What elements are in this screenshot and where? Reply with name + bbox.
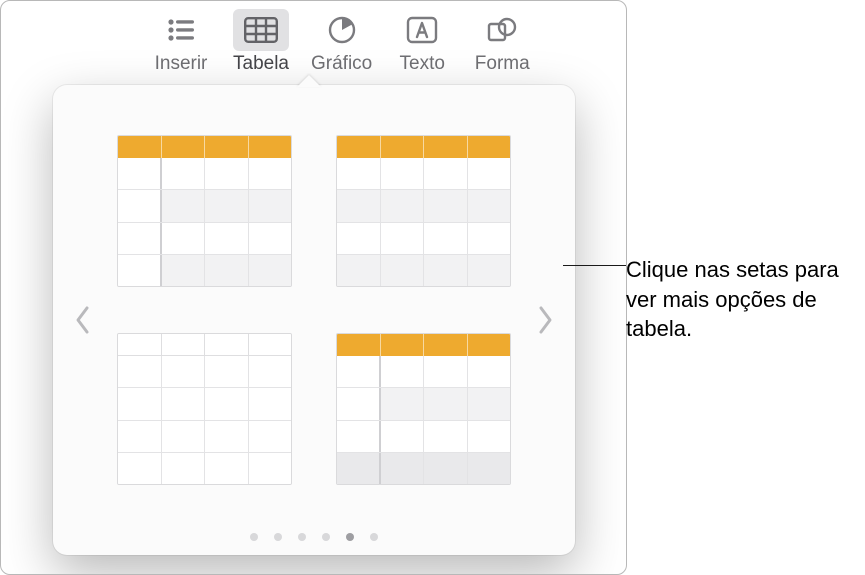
table-style-option[interactable] [117, 135, 292, 287]
callout-leader-line [563, 265, 626, 266]
page-dots [53, 533, 575, 541]
chevron-left-icon [74, 305, 92, 335]
page-dot[interactable] [274, 533, 282, 541]
toolbar-item-insert[interactable]: Inserir [141, 9, 221, 75]
toolbar-item-label: Gráfico [311, 53, 372, 75]
page-dot[interactable] [346, 533, 354, 541]
toolbar-item-label: Texto [400, 53, 445, 75]
prev-arrow[interactable] [61, 305, 105, 335]
app-window: Inserir Tabela Gráfico [0, 0, 627, 575]
table-style-option[interactable] [336, 135, 511, 287]
toolbar-item-label: Tabela [233, 53, 289, 75]
table-icon [233, 9, 289, 51]
table-styles-popover [53, 85, 575, 555]
list-bullet-icon [153, 9, 209, 51]
shapes-icon [474, 9, 530, 51]
table-style-option[interactable] [117, 333, 292, 485]
page-dot[interactable] [298, 533, 306, 541]
table-styles-grid [105, 85, 523, 555]
toolbar-item-chart[interactable]: Gráfico [301, 9, 382, 75]
toolbar-item-label: Inserir [155, 53, 208, 75]
callout-text: Clique nas setas para ver mais opções de… [626, 255, 858, 344]
table-style-option[interactable] [336, 333, 511, 485]
toolbar-item-table[interactable]: Tabela [221, 9, 301, 75]
page-dot[interactable] [370, 533, 378, 541]
chevron-right-icon [536, 305, 554, 335]
next-arrow[interactable] [523, 305, 567, 335]
toolbar-item-shape[interactable]: Forma [462, 9, 542, 75]
carousel [53, 85, 575, 555]
pie-chart-icon [314, 9, 370, 51]
page-dot[interactable] [250, 533, 258, 541]
toolbar: Inserir Tabela Gráfico [1, 1, 626, 85]
page-dot[interactable] [322, 533, 330, 541]
toolbar-item-text[interactable]: Texto [382, 9, 462, 75]
toolbar-item-label: Forma [475, 53, 530, 75]
textbox-icon [394, 9, 450, 51]
